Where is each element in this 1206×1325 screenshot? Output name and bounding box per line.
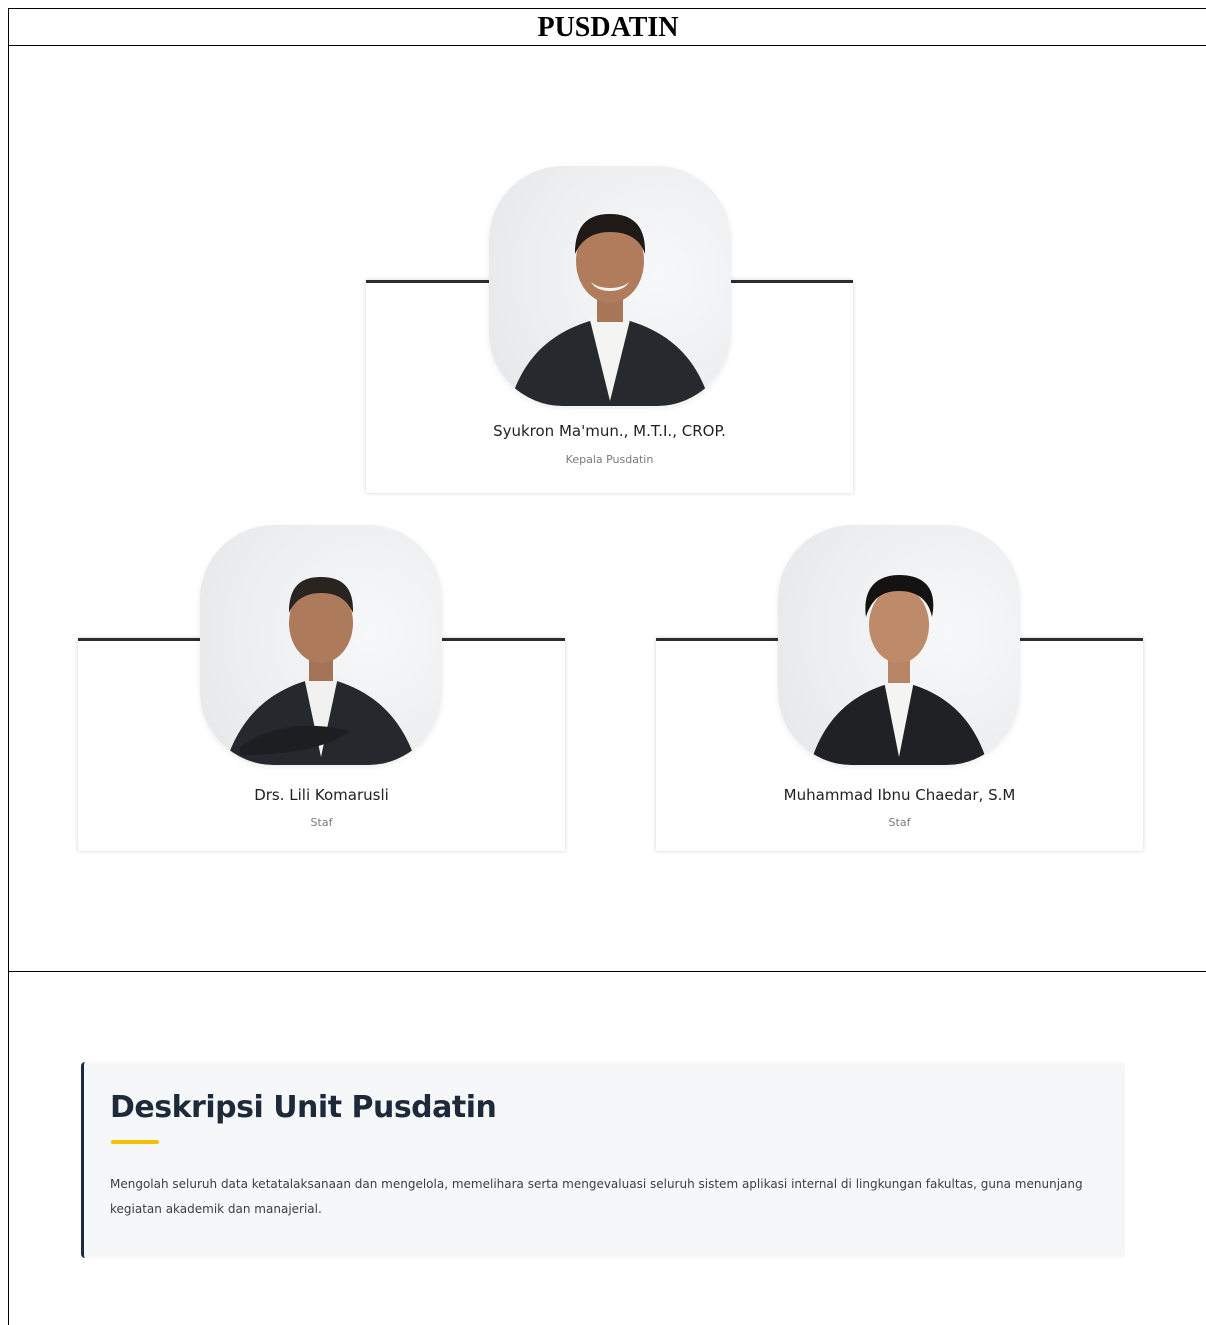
description-text: Mengolah seluruh data ketatalaksanaan da… (110, 1177, 1083, 1216)
person-role: Staf (310, 816, 333, 829)
avatar-staff-1 (200, 525, 442, 765)
avatar-head (489, 166, 731, 406)
person-photo-icon (509, 214, 711, 406)
title-row: PUSDATIN (9, 9, 1206, 46)
table-row-divider (9, 971, 1206, 972)
avatar-staff-2 (778, 525, 1020, 765)
person-name: Syukron Ma'mun., M.T.I., CROP. (493, 422, 726, 440)
person-name: Muhammad Ibnu Chaedar, S.M (783, 786, 1016, 804)
description-panel: Deskripsi Unit Pusdatin Mengolah seluruh… (81, 1062, 1125, 1258)
heading-accent-bar (111, 1140, 159, 1144)
person-photo-icon (810, 575, 988, 765)
description-heading: Deskripsi Unit Pusdatin (110, 1090, 497, 1125)
person-role: Staf (888, 816, 911, 829)
person-name: Drs. Lili Komarusli (254, 786, 389, 804)
person-photo-icon (225, 577, 417, 765)
page-title: PUSDATIN (537, 12, 679, 43)
person-role: Kepala Pusdatin (565, 453, 654, 466)
